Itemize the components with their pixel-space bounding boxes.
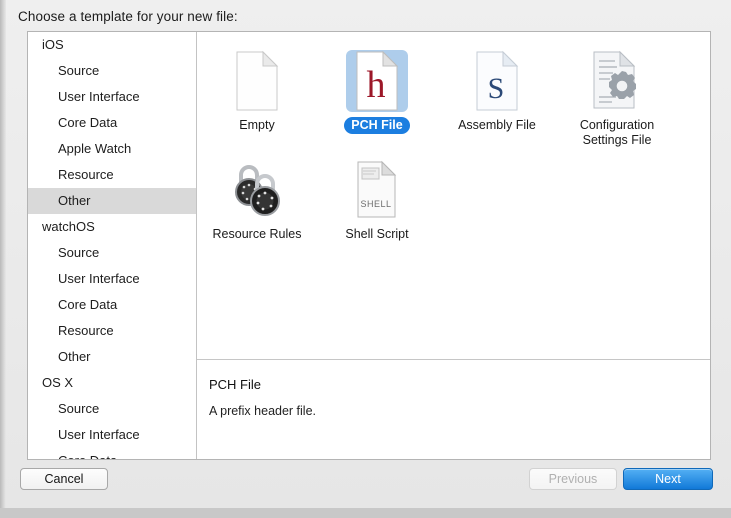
template-tile-label: Resource Rules (206, 226, 309, 243)
sidebar-item-user-interface[interactable]: User Interface (28, 266, 196, 292)
blank-document-icon (226, 50, 288, 112)
content-container: iOS Source User Interface Core Data Apple Wa… (27, 31, 711, 460)
sidebar-item-watchos[interactable]: watchOS (28, 214, 196, 240)
window-bottom-edge (0, 508, 731, 518)
sidebar-item-other[interactable]: Other (28, 188, 196, 214)
template-tile-label: PCH File (344, 117, 409, 134)
description-title: PCH File (209, 377, 711, 392)
template-tile-pch-file[interactable]: h PCH File (317, 40, 437, 149)
s-assembly-document-icon: S (466, 50, 528, 112)
sidebar-item-label: Resource (58, 167, 114, 182)
svg-text:SHELL: SHELL (360, 199, 391, 209)
window-left-edge (0, 0, 6, 518)
category-sidebar[interactable]: iOS Source User Interface Core Data Apple Wa… (28, 32, 197, 459)
sidebar-item-label: Core Data (58, 297, 117, 312)
svg-text:h: h (367, 64, 386, 106)
template-tile-shell-script[interactable]: SHELL Shell Script (317, 149, 437, 243)
template-tile-configuration-settings-file[interactable]: Configuration Settings File (557, 40, 677, 149)
sidebar-item-label: Core Data (58, 453, 117, 459)
template-row: Empty h PCH File S Assembly File (197, 40, 711, 149)
template-row: Resource Rules SHELL Shell Script (197, 149, 711, 243)
sidebar-item-resource[interactable]: Resource (28, 162, 196, 188)
h-header-document-icon: h (346, 50, 408, 112)
sidebar-item-label: Other (58, 193, 91, 208)
template-tile-label: Shell Script (338, 226, 415, 243)
sidebar-item-label: Apple Watch (58, 141, 131, 156)
padlocks-icon (226, 159, 288, 221)
sidebar-item-source[interactable]: Source (28, 240, 196, 266)
sidebar-item-other[interactable]: Other (28, 344, 196, 370)
sidebar-item-label: watchOS (42, 219, 95, 234)
sidebar-item-label: Source (58, 63, 99, 78)
template-tile-label: Empty (232, 117, 281, 134)
cancel-button[interactable]: Cancel (20, 468, 108, 490)
template-tile-empty[interactable]: Empty (197, 40, 317, 149)
next-button[interactable]: Next (623, 468, 713, 490)
sidebar-item-label: OS X (42, 375, 73, 390)
sidebar-item-user-interface[interactable]: User Interface (28, 422, 196, 448)
template-grid[interactable]: Empty h PCH File S Assembly File (197, 32, 711, 360)
shell-document-icon: SHELL (346, 159, 408, 221)
sidebar-item-source[interactable]: Source (28, 396, 196, 422)
sidebar-item-label: iOS (42, 37, 64, 52)
sidebar-item-label: User Interface (58, 271, 140, 286)
sidebar-item-os-x[interactable]: OS X (28, 370, 196, 396)
sidebar-item-apple-watch[interactable]: Apple Watch (28, 136, 196, 162)
svg-text:S: S (488, 72, 505, 105)
sidebar-item-label: Core Data (58, 115, 117, 130)
sidebar-item-ios[interactable]: iOS (28, 32, 196, 58)
sidebar-item-core-data[interactable]: Core Data (28, 448, 196, 459)
sidebar-item-label: Other (58, 349, 91, 364)
template-tile-resource-rules[interactable]: Resource Rules (197, 149, 317, 243)
sidebar-item-core-data[interactable]: Core Data (28, 110, 196, 136)
sidebar-item-label: Source (58, 401, 99, 416)
sidebar-item-label: Source (58, 245, 99, 260)
template-tile-assembly-file[interactable]: S Assembly File (437, 40, 557, 149)
sidebar-item-label: User Interface (58, 427, 140, 442)
sidebar-item-user-interface[interactable]: User Interface (28, 84, 196, 110)
previous-button[interactable]: Previous (529, 468, 617, 490)
sidebar-item-label: Resource (58, 323, 114, 338)
template-pane: Empty h PCH File S Assembly File (197, 32, 711, 459)
template-tile-label: Configuration Settings File (561, 117, 673, 149)
description-panel: PCH File A prefix header file. (197, 361, 711, 460)
page-title: Choose a template for your new file: (18, 9, 238, 24)
sidebar-item-source[interactable]: Source (28, 58, 196, 84)
sidebar-item-label: User Interface (58, 89, 140, 104)
template-chooser-dialog: Choose a template for your new file: iOS… (0, 0, 731, 518)
template-tile-label: Assembly File (451, 117, 543, 134)
gear-document-icon (586, 50, 648, 112)
sidebar-item-resource[interactable]: Resource (28, 318, 196, 344)
description-body: A prefix header file. (209, 404, 711, 418)
sidebar-item-core-data[interactable]: Core Data (28, 292, 196, 318)
